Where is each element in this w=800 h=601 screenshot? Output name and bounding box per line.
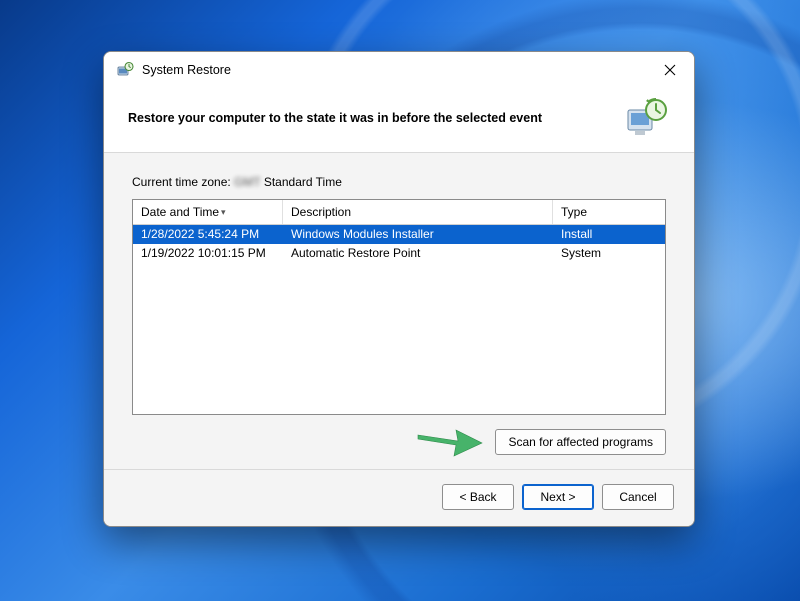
column-description-label: Description [291,205,351,219]
column-description[interactable]: Description [283,200,553,224]
column-type-label: Type [561,205,587,219]
restore-large-icon [622,96,670,140]
table-row[interactable]: 1/19/2022 10:01:15 PM Automatic Restore … [133,244,665,263]
timezone-value: GMT [234,175,260,189]
close-icon [664,64,676,76]
column-date[interactable]: Date and Time▾ [133,200,283,224]
cell-description: Windows Modules Installer [283,225,553,244]
back-button[interactable]: < Back [442,484,514,510]
annotation-arrow-icon [416,423,486,462]
cell-type: System [553,244,665,263]
cell-type: Install [553,225,665,244]
timezone-suffix: Standard Time [261,175,342,189]
header-band: Restore your computer to the state it wa… [104,86,694,153]
titlebar: System Restore [104,52,694,86]
cell-date: 1/28/2022 5:45:24 PM [133,225,283,244]
dialog-body: Current time zone: GMT Standard Time Dat… [104,153,694,469]
page-title: Restore your computer to the state it wa… [128,111,622,125]
next-button[interactable]: Next > [522,484,594,510]
table-body: 1/28/2022 5:45:24 PM Windows Modules Ins… [133,225,665,263]
scan-affected-button[interactable]: Scan for affected programs [495,429,666,455]
close-button[interactable] [656,60,684,80]
actions-row: Scan for affected programs [132,429,666,455]
timezone-label: Current time zone: GMT Standard Time [132,175,666,189]
cell-date: 1/19/2022 10:01:15 PM [133,244,283,263]
cancel-button[interactable]: Cancel [602,484,674,510]
table-row[interactable]: 1/28/2022 5:45:24 PM Windows Modules Ins… [133,225,665,244]
table-header: Date and Time▾ Description Type [133,200,665,225]
restore-point-table[interactable]: Date and Time▾ Description Type 1/28/202… [132,199,666,415]
column-date-label: Date and Time [141,205,219,219]
column-type[interactable]: Type [553,200,665,224]
system-restore-icon [116,61,134,79]
cell-description: Automatic Restore Point [283,244,553,263]
window-title: System Restore [142,63,231,77]
sort-desc-icon: ▾ [221,207,226,217]
footer: < Back Next > Cancel [104,469,694,526]
timezone-prefix: Current time zone: [132,175,234,189]
system-restore-window: System Restore Restore your computer to … [103,51,695,527]
